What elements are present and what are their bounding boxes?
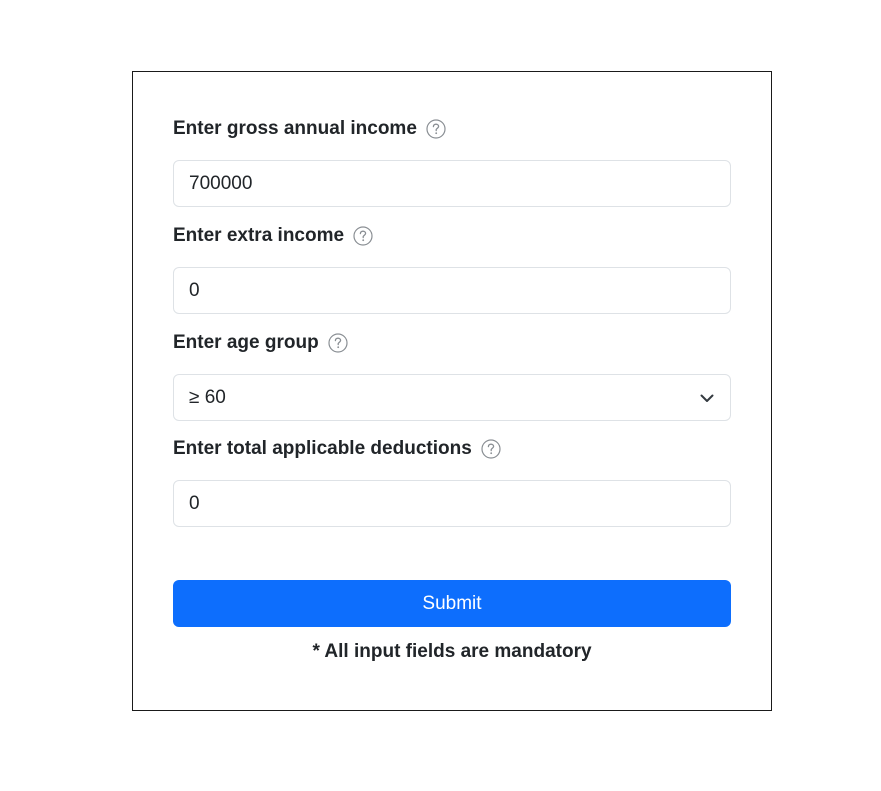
mandatory-note: * All input fields are mandatory bbox=[312, 641, 592, 662]
gross-income-label: Enter gross annual income bbox=[173, 118, 417, 139]
question-circle-icon[interactable] bbox=[426, 119, 446, 139]
gross-income-label-row: Enter gross annual income bbox=[173, 117, 731, 141]
age-group-field: Enter age group ≥ 60 bbox=[173, 331, 731, 421]
deductions-label: Enter total applicable deductions bbox=[173, 438, 472, 459]
age-group-select[interactable]: ≥ 60 bbox=[173, 374, 731, 421]
deductions-label-row: Enter total applicable deductions bbox=[173, 437, 731, 461]
extra-income-label-row: Enter extra income bbox=[173, 224, 731, 248]
gross-income-input[interactable] bbox=[189, 172, 716, 195]
extra-income-label: Enter extra income bbox=[173, 225, 345, 246]
deductions-input[interactable] bbox=[189, 492, 716, 515]
age-group-selected-value: ≥ 60 bbox=[189, 386, 226, 408]
extra-income-input[interactable] bbox=[189, 279, 716, 302]
question-circle-icon[interactable] bbox=[328, 333, 348, 353]
gross-income-input-wrapper bbox=[173, 160, 731, 207]
deductions-input-wrapper bbox=[173, 480, 731, 527]
age-group-label: Enter age group bbox=[173, 332, 319, 353]
extra-income-field: Enter extra income bbox=[173, 224, 731, 314]
age-group-label-row: Enter age group bbox=[173, 331, 731, 355]
extra-income-input-wrapper bbox=[173, 267, 731, 314]
gross-income-field: Enter gross annual income bbox=[173, 117, 731, 207]
chevron-down-icon bbox=[698, 389, 716, 407]
tax-form-card: Enter gross annual income Enter extra in… bbox=[132, 71, 772, 711]
question-circle-icon[interactable] bbox=[353, 226, 373, 246]
submit-button[interactable]: Submit bbox=[173, 580, 731, 627]
deductions-field: Enter total applicable deductions bbox=[173, 437, 731, 527]
question-circle-icon[interactable] bbox=[481, 439, 501, 459]
